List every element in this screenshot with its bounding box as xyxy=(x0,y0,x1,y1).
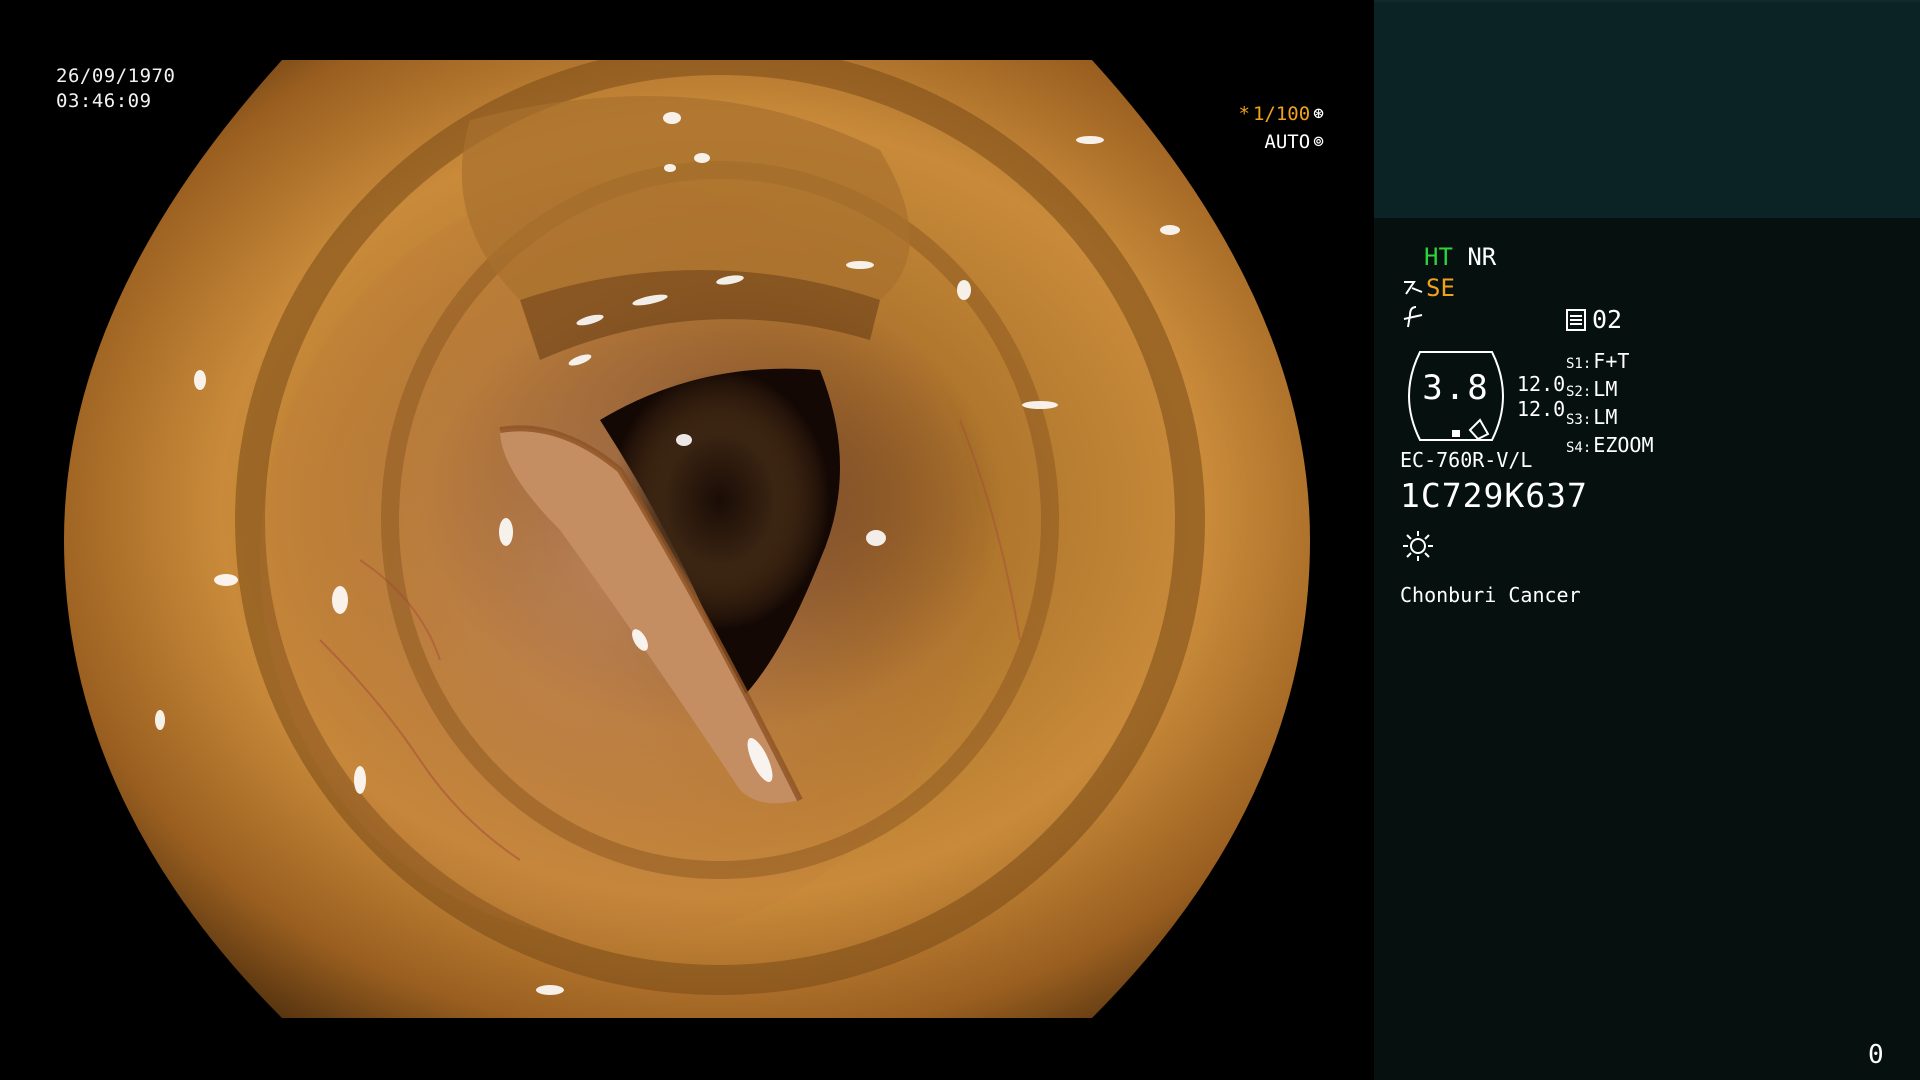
shutter-info: * 1/100 ⊛ AUTO ⊚ xyxy=(1239,100,1325,156)
nr-label: NR xyxy=(1467,243,1497,271)
colon-lumen-image xyxy=(64,60,1310,1018)
memory-row: 02 xyxy=(1566,305,1622,334)
iris-icon: ⊚ xyxy=(1313,131,1324,152)
f-symbol-icon xyxy=(1402,305,1424,335)
gauge: 3.8 xyxy=(1400,350,1518,444)
gauge-value: 3.8 xyxy=(1422,368,1490,408)
ht-nr-row: HT NR xyxy=(1424,243,1496,271)
endoscope-view: 26/09/1970 03:46:09 * 1/100 ⊛ AUTO ⊚ xyxy=(0,0,1374,1080)
endoscopy-screen: 26/09/1970 03:46:09 * 1/100 ⊛ AUTO ⊚ HT … xyxy=(0,0,1920,1080)
image-counter: 0 xyxy=(1868,1040,1884,1070)
gauge-readouts: 12.0 12.0 xyxy=(1517,372,1565,422)
exam-datetime: 26/09/1970 03:46:09 xyxy=(56,64,175,114)
info-panel: HT NR SE 02 3.8 12.0 12.0 S1: F+T S2: LM… xyxy=(1374,0,1920,1080)
scope-model: EC-760R-V/L xyxy=(1400,448,1533,472)
settings-list: S1: F+T S2: LM S3: LM S4: EZOOM xyxy=(1566,349,1654,461)
hospital-name: Chonburi Cancer xyxy=(1400,583,1581,607)
se-label: SE xyxy=(1426,274,1455,302)
setting-s1: S1: F+T xyxy=(1566,349,1630,373)
setting-s3: S3: LM xyxy=(1566,405,1618,429)
shutter-speed: 1/100 xyxy=(1252,103,1311,125)
scope-serial: 1C729K637 xyxy=(1400,476,1588,515)
ht-label: HT xyxy=(1424,243,1453,271)
sun-icon xyxy=(1402,530,1434,562)
memory-value: 02 xyxy=(1592,305,1623,334)
gauge-line-2: 12.0 xyxy=(1517,397,1566,421)
exam-date: 26/09/1970 xyxy=(56,65,176,87)
panel-header-area xyxy=(1374,0,1920,218)
se-row: SE xyxy=(1402,274,1455,302)
setting-s4: S4: EZOOM xyxy=(1566,433,1654,457)
setting-s2: S2: LM xyxy=(1566,377,1618,401)
exam-time: 03:46:09 xyxy=(56,90,152,112)
aperture-icon: ⊛ xyxy=(1313,103,1324,124)
memory-card-icon xyxy=(1566,308,1586,331)
gauge-line-1: 12.0 xyxy=(1517,372,1566,396)
scope-hook-icon xyxy=(1404,281,1423,295)
exposure-mode: AUTO xyxy=(1264,131,1311,153)
shutter-star: * xyxy=(1238,103,1250,125)
